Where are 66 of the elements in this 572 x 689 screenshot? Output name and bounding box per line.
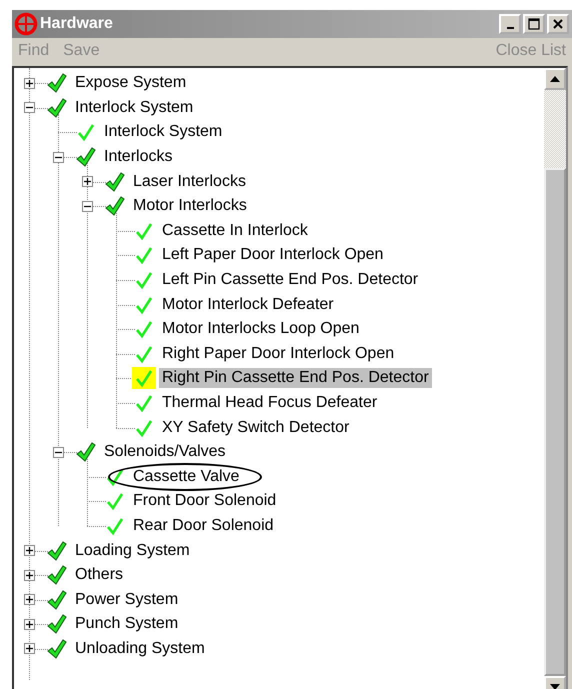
scrollbar[interactable] bbox=[544, 68, 566, 689]
tree-item[interactable]: Laser Interlocks bbox=[130, 172, 249, 192]
maximize-icon bbox=[527, 17, 541, 31]
checkmark-icon bbox=[46, 564, 68, 586]
expand-button[interactable] bbox=[24, 618, 35, 630]
checkmark-icon bbox=[104, 170, 126, 193]
maximize-button[interactable] bbox=[523, 14, 545, 34]
close-icon bbox=[551, 17, 565, 31]
checkmark-icon bbox=[104, 195, 126, 218]
tree-item[interactable]: Motor Interlocks Loop Open bbox=[159, 319, 362, 340]
tree-item[interactable]: Power System bbox=[72, 590, 182, 610]
down-triangle-icon bbox=[549, 683, 561, 689]
tree-item[interactable]: Interlock System bbox=[72, 98, 196, 118]
plus-icon bbox=[25, 620, 34, 629]
tree-item[interactable]: Solenoids/Valves bbox=[101, 442, 229, 462]
tree-item[interactable]: Front Door Solenoid bbox=[130, 491, 280, 512]
expand-button[interactable] bbox=[82, 176, 93, 188]
tree-item[interactable]: Right Paper Door Interlock Open bbox=[159, 344, 398, 364]
plus-icon bbox=[25, 644, 34, 654]
tree-item[interactable]: Thermal Head Focus Defeater bbox=[159, 393, 380, 414]
expand-button[interactable] bbox=[24, 594, 35, 606]
checkmark-icon bbox=[46, 588, 68, 611]
tree-item[interactable]: Motor Interlock Defeater bbox=[159, 294, 337, 315]
expand-button[interactable] bbox=[24, 570, 35, 581]
checkmark-icon bbox=[46, 638, 68, 660]
expand-button[interactable] bbox=[24, 545, 35, 556]
expand-button[interactable] bbox=[24, 643, 35, 654]
collapse-button[interactable] bbox=[53, 446, 64, 458]
tree-item[interactable]: Interlock System bbox=[101, 122, 226, 142]
checkmark-icon bbox=[75, 441, 97, 464]
scroll-thumb[interactable] bbox=[544, 168, 566, 676]
crosshair-icon bbox=[14, 12, 38, 36]
tree-item[interactable]: Unloading System bbox=[72, 638, 208, 659]
expand-button[interactable] bbox=[24, 78, 35, 89]
checkmark-icon bbox=[46, 72, 68, 94]
tree-item[interactable]: Others bbox=[72, 565, 126, 586]
plus-icon bbox=[83, 177, 92, 186]
tree-item[interactable]: Interlocks bbox=[101, 147, 176, 168]
checkmark-icon bbox=[46, 540, 68, 562]
tree-item[interactable]: Loading System bbox=[72, 540, 193, 561]
plus-icon bbox=[25, 546, 34, 556]
tree-item[interactable]: Motor Interlocks bbox=[130, 196, 250, 216]
checkmark-icon bbox=[75, 146, 97, 168]
plus-icon bbox=[25, 78, 34, 88]
tree-item[interactable]: Rear Door Solenoid bbox=[130, 516, 277, 536]
tree-item[interactable]: Right Pin Cassette End Pos. Detector bbox=[159, 368, 432, 388]
collapse-button[interactable] bbox=[24, 102, 35, 114]
tree-item[interactable]: Cassette In Interlock bbox=[159, 220, 311, 241]
tree-item[interactable]: Expose System bbox=[72, 73, 190, 94]
tree-item[interactable]: Cassette Valve bbox=[130, 466, 242, 487]
window-title: Hardware bbox=[40, 15, 114, 33]
close-button[interactable] bbox=[547, 14, 569, 34]
checkmark-icon bbox=[46, 613, 68, 636]
collapse-button[interactable] bbox=[53, 152, 64, 163]
up-triangle-icon bbox=[549, 75, 561, 83]
tree-item[interactable]: Left Paper Door Interlock Open bbox=[159, 245, 386, 266]
tree-item[interactable]: Left Pin Cassette End Pos. Detector bbox=[159, 270, 422, 290]
plus-icon bbox=[25, 570, 34, 580]
collapse-button[interactable] bbox=[82, 200, 93, 212]
plus-icon bbox=[25, 595, 34, 604]
checkmark-icon bbox=[46, 96, 68, 119]
scroll-up-button[interactable] bbox=[544, 68, 566, 90]
tree-item[interactable]: Punch System bbox=[72, 614, 182, 634]
minimize-button[interactable] bbox=[499, 14, 521, 34]
minimize-icon bbox=[506, 26, 514, 30]
tree-item[interactable]: XY Safety Switch Detector bbox=[159, 418, 352, 438]
